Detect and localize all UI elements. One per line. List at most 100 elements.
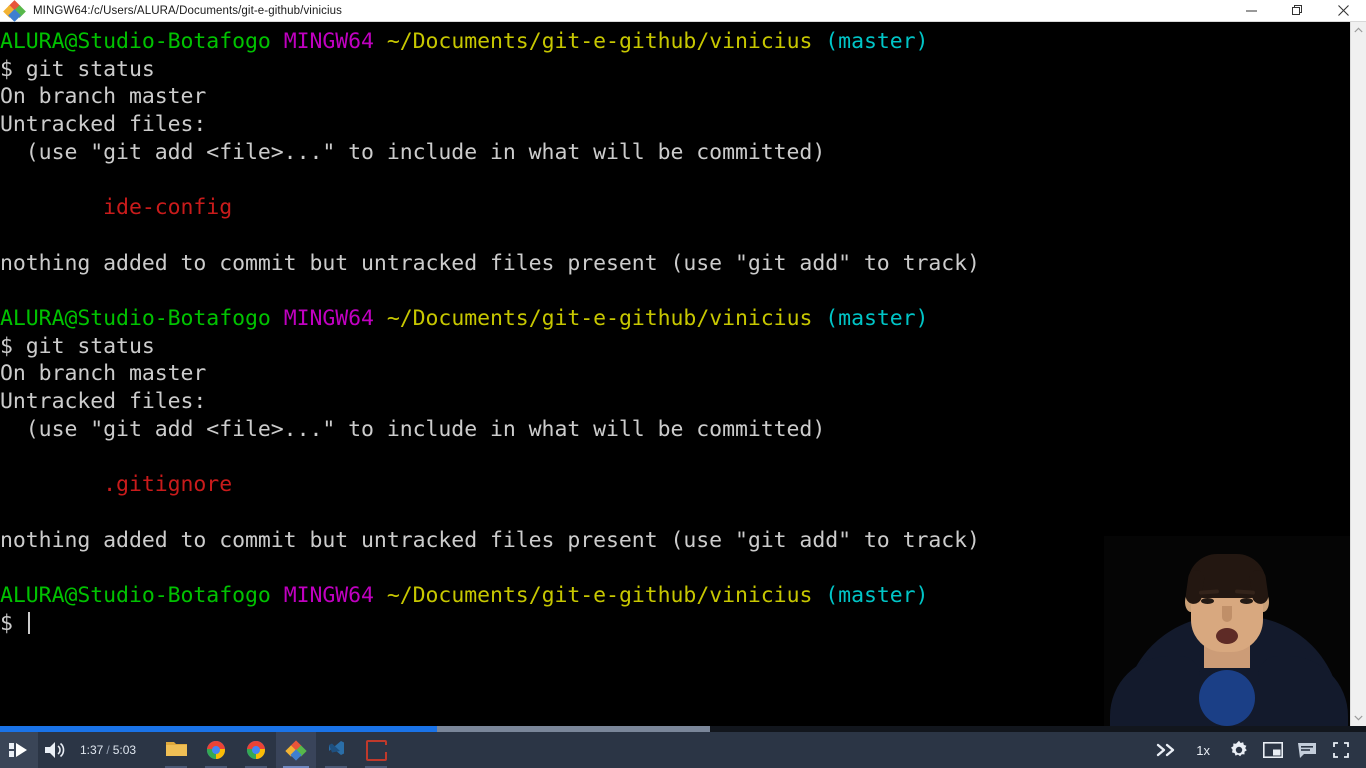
terminal-line: nothing added to commit but untracked fi…	[0, 527, 980, 555]
terminal-span: (master)	[825, 29, 929, 54]
scroll-down-icon[interactable]	[1351, 710, 1366, 726]
terminal-span	[0, 500, 13, 525]
taskbar-item-git-bash[interactable]	[276, 732, 317, 768]
terminal-span: ALURA@Studio-Botafogo	[0, 583, 271, 609]
terminal-span: (master)	[825, 583, 929, 609]
terminal-span: (use "git add <file>..." to include in w…	[0, 416, 826, 442]
terminal-scrollbar[interactable]	[1350, 22, 1366, 726]
terminal-span: ~/Documents/git-e-github/vinicius	[386, 583, 813, 609]
terminal-line: On branch master	[0, 83, 980, 111]
window-controls	[1228, 0, 1366, 22]
current-time: 1:37	[80, 743, 104, 757]
picture-in-picture-button[interactable]	[1256, 732, 1290, 768]
terminal-span	[271, 583, 284, 608]
terminal-line: ALURA@Studio-Botafogo MINGW64 ~/Document…	[0, 305, 980, 333]
terminal-span: On branch master	[0, 84, 207, 110]
playback-speed-button[interactable]: 1x	[1184, 743, 1222, 758]
red-app-icon	[365, 739, 387, 761]
chrome-icon	[247, 741, 266, 759]
terminal-span: ide-config	[0, 195, 233, 221]
terminal-line: $ git status	[0, 333, 980, 361]
terminal-span: (use "git add <file>..." to include in w…	[0, 139, 826, 165]
terminal-span: On branch master	[0, 361, 207, 387]
total-time: 5:03	[112, 743, 137, 757]
terminal-cursor	[27, 611, 30, 634]
captions-button[interactable]	[1290, 732, 1324, 768]
terminal-span: MINGW64	[283, 306, 374, 332]
minimize-button[interactable]	[1228, 0, 1274, 22]
terminal-output: ALURA@Studio-Botafogo MINGW64 ~/Document…	[0, 22, 980, 637]
terminal-line: .gitignore	[0, 471, 980, 499]
taskbar-item-app-red[interactable]	[356, 732, 396, 768]
settings-gear-button[interactable]	[1222, 732, 1256, 768]
terminal-span	[0, 555, 13, 580]
terminal-line	[0, 222, 980, 250]
terminal-span: (master)	[825, 306, 929, 332]
terminal-span: ~/Documents/git-e-github/vinicius	[386, 306, 813, 332]
play-button[interactable]	[0, 732, 38, 768]
terminal-span	[374, 29, 387, 54]
windows-taskbar	[156, 732, 396, 768]
terminal-line: nothing added to commit but untracked fi…	[0, 250, 980, 278]
terminal-span: ~/Documents/git-e-github/vinicius	[386, 29, 813, 54]
fullscreen-button[interactable]	[1324, 732, 1358, 768]
scroll-up-icon[interactable]	[1351, 22, 1366, 38]
terminal-span: Untracked files:	[0, 112, 207, 138]
terminal-span: nothing added to commit but untracked fi…	[0, 527, 980, 553]
git-bash-logo-icon	[3, 0, 26, 22]
terminal-span	[271, 29, 284, 54]
close-button[interactable]	[1320, 0, 1366, 22]
terminal-span	[374, 306, 387, 331]
terminal-span	[812, 583, 825, 608]
terminal-span	[0, 223, 13, 248]
taskbar-item-chrome-1[interactable]	[196, 732, 236, 768]
terminal-span	[812, 29, 825, 54]
terminal-span: MINGW64	[283, 29, 374, 54]
terminal-line	[0, 444, 980, 472]
window-titlebar: MINGW64:/c/Users/ALURA/Documents/git-e-g…	[0, 0, 1366, 22]
volume-button[interactable]	[38, 732, 72, 768]
taskbar-item-vscode[interactable]	[316, 732, 356, 768]
terminal-line: $ git status	[0, 56, 980, 84]
terminal-line: Untracked files:	[0, 111, 980, 139]
terminal-line: $	[0, 610, 980, 638]
vscode-icon	[327, 739, 346, 761]
git-bash-icon	[285, 740, 307, 761]
chrome-icon	[207, 741, 226, 759]
terminal-span: Untracked files:	[0, 389, 207, 415]
scrollbar-thumb[interactable]	[1352, 40, 1365, 700]
terminal-line: ALURA@Studio-Botafogo MINGW64 ~/Document…	[0, 28, 980, 56]
terminal-span: nothing added to commit but untracked fi…	[0, 250, 980, 276]
restore-button[interactable]	[1274, 0, 1320, 22]
terminal-line	[0, 277, 980, 305]
terminal-line: Untracked files:	[0, 388, 980, 416]
video-time-display: 1:37/5:03	[72, 743, 144, 757]
terminal-span: .gitignore	[0, 472, 233, 498]
terminal-span	[812, 306, 825, 331]
terminal-span: ALURA@Studio-Botafogo	[0, 306, 271, 332]
terminal-span	[0, 445, 13, 470]
presenter-webcam-overlay	[1104, 536, 1350, 726]
terminal-span: MINGW64	[283, 583, 374, 609]
terminal-line: (use "git add <file>..." to include in w…	[0, 139, 980, 167]
terminal-line: On branch master	[0, 360, 980, 388]
folder-icon	[165, 740, 187, 761]
terminal-line: ide-config	[0, 194, 980, 222]
fast-forward-button[interactable]	[1150, 732, 1184, 768]
screen: MINGW64:/c/Users/ALURA/Documents/git-e-g…	[0, 0, 1366, 768]
terminal-span: $ git status	[0, 56, 155, 82]
time-separator: /	[106, 743, 110, 757]
window-title: MINGW64:/c/Users/ALURA/Documents/git-e-g…	[33, 4, 342, 17]
taskbar-item-chrome-2[interactable]	[236, 732, 276, 768]
terminal-line	[0, 167, 980, 195]
terminal-span: ALURA@Studio-Botafogo	[0, 29, 271, 54]
terminal-span	[374, 583, 387, 608]
terminal-span	[0, 168, 13, 193]
terminal-line: ALURA@Studio-Botafogo MINGW64 ~/Document…	[0, 582, 980, 610]
terminal-line: (use "git add <file>..." to include in w…	[0, 416, 980, 444]
taskbar-item-file-explorer[interactable]	[156, 732, 196, 768]
video-player-controls: 1:37/5:03 1x	[0, 732, 1366, 768]
terminal-span: $	[0, 610, 26, 636]
terminal-span: $ git status	[0, 333, 155, 359]
terminal-span	[271, 306, 284, 331]
